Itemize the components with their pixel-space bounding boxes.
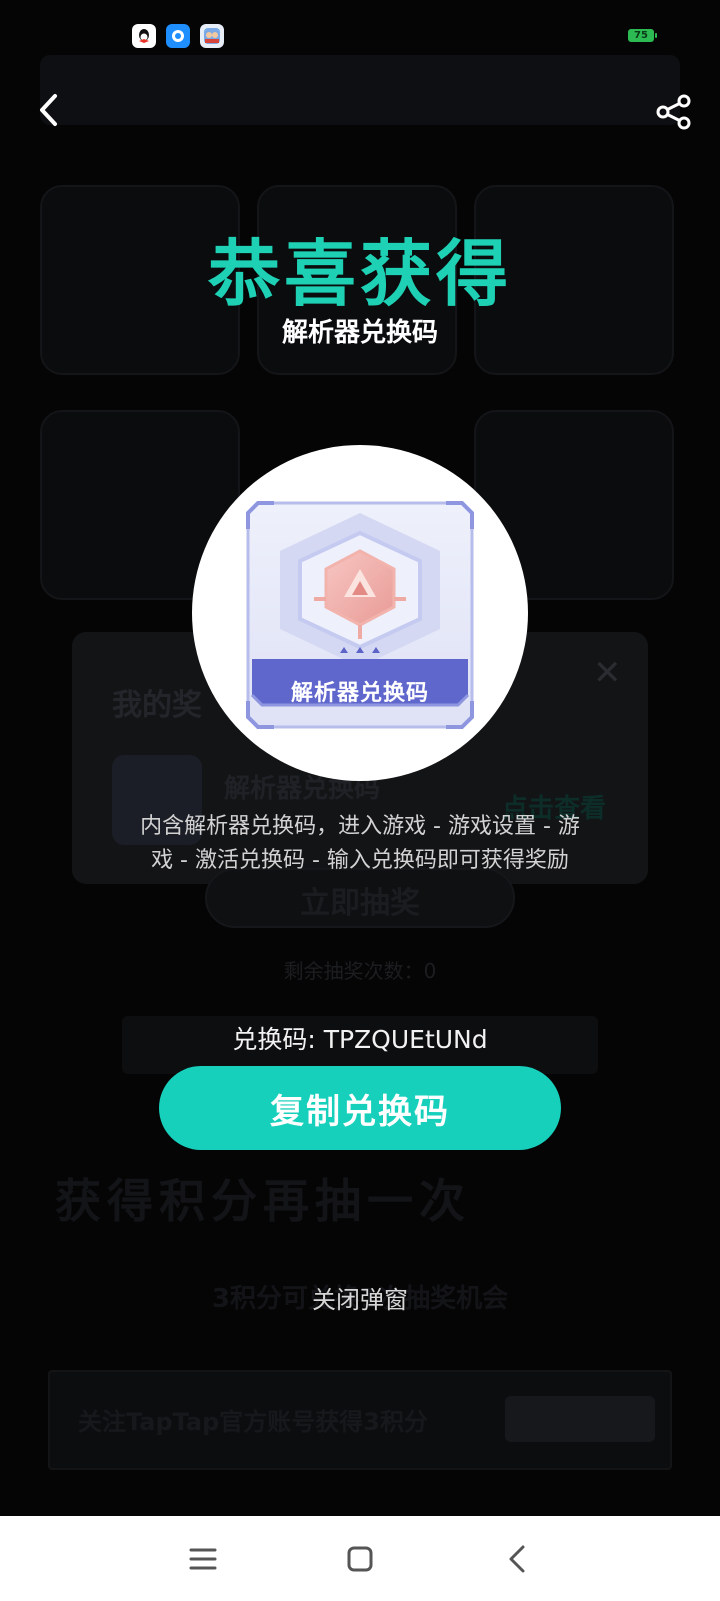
- prize-name: 解析器兑换码: [281, 318, 438, 348]
- bg-task-button: [505, 1396, 655, 1442]
- close-modal-link[interactable]: 关闭弹窗: [0, 1276, 720, 1319]
- bg-draw-label: 立即抽奖: [300, 886, 420, 921]
- qq-icon: [132, 24, 156, 48]
- home-button[interactable]: [335, 1534, 385, 1584]
- messenger-icon: [166, 24, 190, 48]
- bg-remaining-count: 剩余抽奖次数：0: [283, 959, 437, 983]
- status-bar-app-icons: [132, 24, 224, 48]
- redeem-code: 兑换码: TPZQUEtUNd: [232, 1025, 488, 1054]
- prize-card-label: 解析器兑换码: [290, 681, 429, 706]
- bg-my-prizes-title: 我的奖: [112, 688, 202, 723]
- congrats-title: 恭喜获得: [207, 232, 512, 316]
- menu-button[interactable]: [178, 1534, 228, 1584]
- game-icon: [200, 24, 224, 48]
- back-button[interactable]: [28, 90, 68, 130]
- menu-icon: [189, 1548, 217, 1570]
- home-square-icon: [347, 1546, 373, 1572]
- close-modal-label[interactable]: 关闭弹窗: [302, 1276, 418, 1319]
- share-icon: [656, 94, 691, 130]
- system-nav-bar: [0, 1516, 720, 1601]
- bg-close-icon: ✕: [593, 653, 622, 693]
- bg-points-title: 获得积分再抽一次: [55, 1174, 471, 1228]
- bg-task-text: 关注TapTap官方账号获得3积分: [78, 1408, 429, 1436]
- chevron-left-icon: [40, 94, 57, 126]
- share-button[interactable]: [652, 90, 696, 134]
- copy-code-button[interactable]: 复制兑换码: [159, 1066, 561, 1150]
- back-triangle-icon: [509, 1545, 525, 1573]
- battery-indicator: 75: [628, 29, 657, 42]
- bg-banner: [40, 55, 680, 125]
- copy-code-label: 复制兑换码: [270, 1091, 450, 1132]
- nav-back-button[interactable]: [492, 1534, 542, 1584]
- prize-description: 内含解析器兑换码，进入游戏 - 游戏设置 - 游戏 - 激活兑换码 - 输入兑换…: [140, 814, 580, 873]
